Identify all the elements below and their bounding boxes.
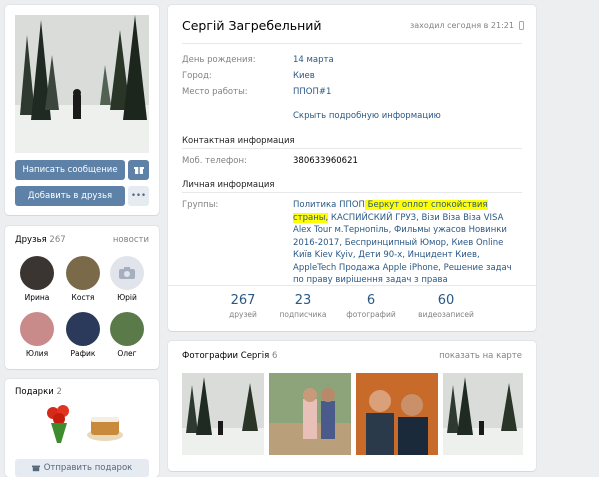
photo-thumb[interactable] [182,373,264,455]
group-link[interactable]: Политика ППОП [293,200,365,210]
friend-avatar [66,256,100,290]
friend-item[interactable]: Олег [105,312,149,358]
city-value[interactable]: Киев [293,71,315,81]
add-friend-button[interactable]: Добавить в друзья [15,186,125,206]
friend-item[interactable]: Рафик [61,312,105,358]
groups-label: Группы: [182,200,219,210]
friend-name: Олег [117,349,137,358]
show-on-map-link[interactable]: показать на карте [439,351,522,361]
friends-title[interactable]: Друзья 267 [15,235,66,245]
friend-name: Юрій [117,293,137,302]
friends-news-link[interactable]: новости [113,235,149,245]
friend-avatar [20,312,54,346]
friend-item[interactable]: Костя [61,256,105,302]
friend-item[interactable]: Ирина [15,256,59,302]
counter-caption: видеозаписей [418,310,474,319]
friend-avatar [66,312,100,346]
groups-list[interactable]: Политика ППОП Беркут оплот спокойствия с… [293,199,523,287]
counter-photos[interactable]: 6 фотографий [336,293,406,319]
friend-name: Костя [71,293,95,302]
gift-icon [133,167,144,174]
friends-card: Друзья 267 новости Ирина Костя Юрій Юлия… [5,226,159,369]
mobile-icon [519,21,524,30]
photo-thumb[interactable] [356,373,438,455]
divider [182,43,522,44]
friend-item[interactable]: Юрій [105,256,149,302]
counter-number: 23 [294,293,312,308]
counter-followers[interactable]: 23 подписчика [268,293,338,319]
gift-icon-button[interactable] [128,160,149,180]
birthday-value[interactable]: 14 марта [293,55,334,65]
group-links-rest[interactable]: КАСПИЙСКИЙ ГРУЗ, Візи Віза Віза VISA Ale… [293,213,512,286]
write-message-button[interactable]: Написать сообщение [15,160,125,180]
profile-name: Сергій Загребельний [182,18,322,33]
gifts-card: Подарки 2 Отправить подарок [5,379,159,477]
gift-icon [31,465,40,472]
divider [168,285,536,286]
counter-caption: подписчика [279,310,327,319]
friend-avatar [110,312,144,346]
friend-name: Юлия [25,349,49,358]
camera-icon [119,267,135,279]
photos-card: Фотографии Сергія 6 показать на карте [168,341,536,471]
gift-flowers-icon[interactable] [41,403,77,445]
birthday-label: День рождения: [182,55,256,65]
friend-name: Рафик [70,349,96,358]
counter-number: 60 [437,293,455,308]
friends-title-label: Друзья [15,235,47,245]
friend-avatar [20,256,54,290]
gifts-title-label: Подарки [15,387,54,397]
counter-number: 6 [366,293,376,308]
phone-label: Моб. телефон: [182,156,247,166]
personal-header: Личная информация [182,180,275,190]
toggle-details-link[interactable]: Скрыть подробную информацию [293,111,441,121]
photos-title[interactable]: Фотографии Сергія 6 [182,351,277,361]
send-gift-button[interactable]: Отправить подарок [15,459,149,477]
counter-videos[interactable]: 60 видеозаписей [411,293,481,319]
photos-count: 6 [271,351,278,361]
gifts-title[interactable]: Подарки 2 [15,387,62,397]
last-seen: заходил сегодня в 21:21 [409,21,514,30]
send-gift-label: Отправить подарок [43,463,133,473]
work-value[interactable]: ППОП#1 [293,87,331,97]
friend-name: Ирина [24,293,50,302]
divider [182,148,522,149]
counters: 267 друзей 23 подписчика 6 фотографий 60… [208,293,508,323]
avatar-card: Написать сообщение Добавить в друзья ••• [5,5,159,215]
avatar[interactable] [15,15,149,153]
gift-cake-icon[interactable] [85,407,125,443]
photos-title-label: Фотографии Сергія [182,351,270,361]
work-label: Место работы: [182,87,248,97]
counter-caption: фотографий [346,310,396,319]
divider [182,192,522,193]
friend-item[interactable]: Юлия [15,312,59,358]
photo-thumb[interactable] [269,373,351,455]
friend-avatar [110,256,144,290]
more-actions-button[interactable]: ••• [128,186,149,206]
friends-count: 267 [49,235,66,245]
phone-value: 380633960621 [293,156,358,166]
gifts-count: 2 [56,387,62,397]
profile-info-card: Сергій Загребельний заходил сегодня в 21… [168,5,536,331]
contact-header: Контактная информация [182,136,295,146]
photo-thumb[interactable] [443,373,523,455]
city-label: Город: [182,71,212,81]
